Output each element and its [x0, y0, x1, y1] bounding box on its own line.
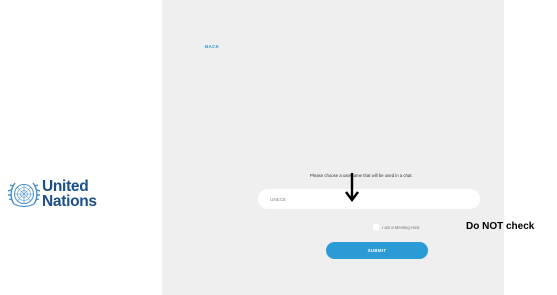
- chat-login-panel: BACK Please choose a username that will …: [162, 0, 504, 295]
- username-prompt: Please choose a username that will be us…: [310, 173, 412, 178]
- username-input[interactable]: UNECE: [258, 189, 480, 209]
- logo-line-2: Nations: [42, 193, 97, 210]
- logo-line-1: United: [42, 178, 89, 195]
- meeting-host-checkbox[interactable]: [373, 224, 379, 230]
- back-link[interactable]: BACK: [205, 44, 219, 49]
- meeting-host-option[interactable]: I am a Meeting Host: [373, 224, 419, 230]
- un-wordmark: United Nations: [42, 178, 97, 210]
- do-not-check-annotation: Do NOT check: [466, 221, 535, 232]
- un-logo: United Nations: [8, 178, 97, 210]
- down-arrow-icon: [345, 173, 359, 202]
- meeting-host-label: I am a Meeting Host: [382, 224, 420, 230]
- un-emblem-icon: [8, 182, 40, 208]
- submit-button[interactable]: SUBMIT: [326, 242, 428, 259]
